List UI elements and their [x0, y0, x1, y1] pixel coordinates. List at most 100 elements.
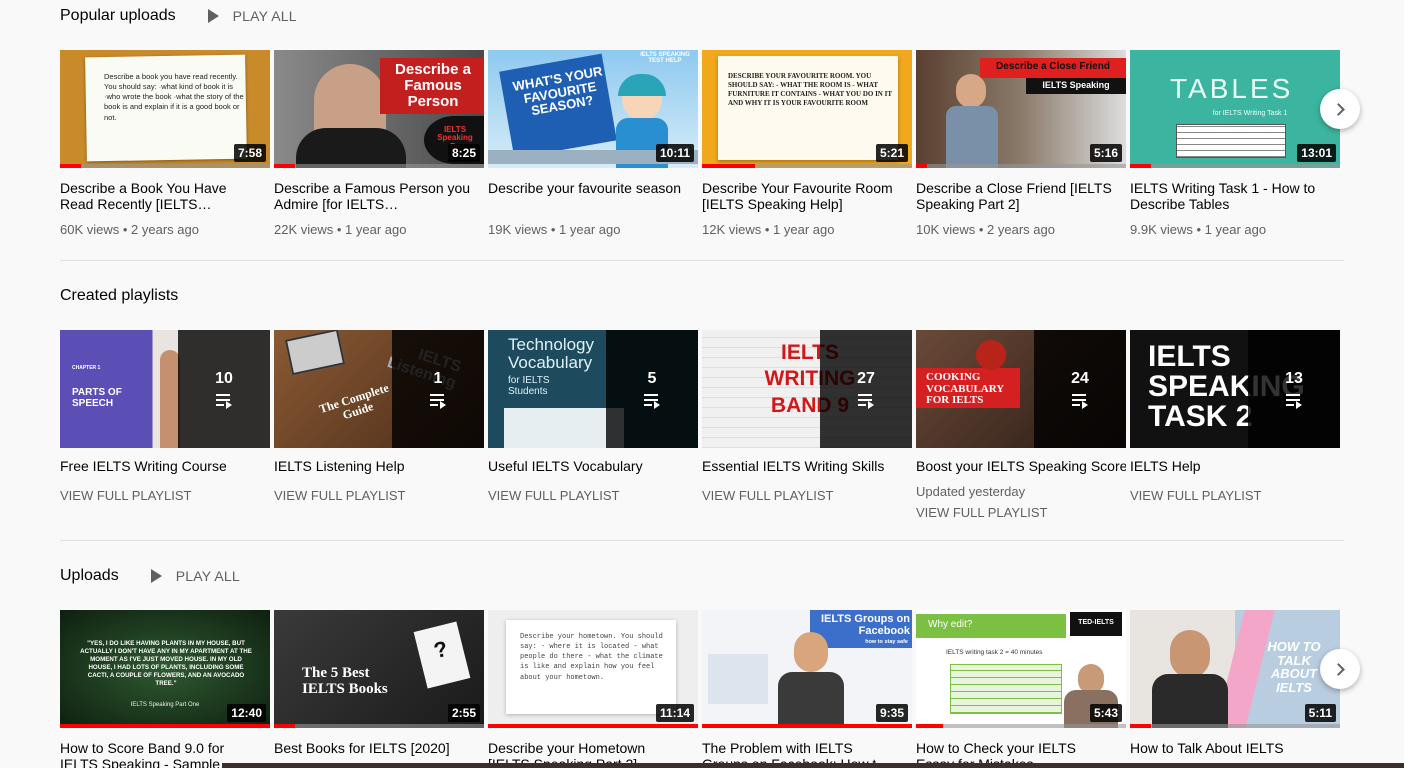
playlist-thumbnail[interactable]: Technology Vocabulary for IELTS Students…: [488, 330, 698, 448]
playlist-title[interactable]: Free IELTS Writing Course: [60, 458, 270, 476]
video-card[interactable]: Why edit? TED-IELTS IELTS writing task 2…: [916, 610, 1126, 768]
progress-track: [1130, 724, 1340, 728]
video-card[interactable]: Describe a Famous Person IELTS Speaking …: [274, 50, 484, 237]
video-duration: 5:21: [875, 144, 908, 162]
playlist-overlay: 13: [1248, 330, 1340, 448]
playlist-card[interactable]: IELTS WRITING BAND 9 27 Essential IELTS …: [702, 330, 912, 520]
view-full-playlist-link[interactable]: VIEW FULL PLAYLIST: [274, 488, 484, 503]
popular-next-button[interactable]: [1320, 89, 1360, 129]
watch-progress: [1130, 724, 1151, 728]
created-playlists-title[interactable]: Created playlists: [60, 287, 178, 305]
video-title[interactable]: Describe a Close Friend [IELTS Speaking …: [916, 180, 1126, 212]
popular-uploads-title[interactable]: Popular uploads: [60, 7, 176, 25]
watch-progress: [916, 164, 927, 168]
popular-uploads-section: Popular uploads PLAY ALL Describe a book…: [60, 0, 1344, 237]
video-title[interactable]: Describe Your Favourite Room [IELTS Spea…: [702, 180, 912, 212]
thumbnail-subtext: IELTS writing task 2 = 40 minutes: [946, 649, 1043, 656]
video-title[interactable]: Describe a Famous Person you Admire [for…: [274, 180, 484, 212]
video-duration: 13:01: [1297, 144, 1336, 162]
playlist-thumbnail[interactable]: COOKING VOCABULARY FOR IELTS 24: [916, 330, 1126, 448]
horizontal-scrollbar[interactable]: [222, 763, 1404, 768]
playlist-thumbnail[interactable]: IELTS WRITING BAND 9 27: [702, 330, 912, 448]
watch-progress: [916, 724, 944, 728]
popular-uploads-shelf: Describe a book you have read recently. …: [60, 50, 1340, 237]
playlist-icon: [1286, 394, 1302, 409]
video-duration: 5:43: [1089, 704, 1122, 722]
video-thumbnail[interactable]: Why edit? TED-IELTS IELTS writing task 2…: [916, 610, 1126, 728]
video-title[interactable]: Describe a Book You Have Read Recently […: [60, 180, 270, 212]
video-thumbnail[interactable]: DESCRIBE YOUR FAVOURITE ROOM. YOU SHOULD…: [702, 50, 912, 168]
video-card[interactable]: Describe your hometown. You should say: …: [488, 610, 698, 768]
playlist-icon: [216, 394, 232, 409]
video-duration: 8:25: [447, 144, 480, 162]
video-duration: 9:35: [875, 704, 908, 722]
playlist-overlay: 27: [820, 330, 912, 448]
video-thumbnail[interactable]: IELTS Groups on Facebook how to stay saf…: [702, 610, 912, 728]
video-thumbnail[interactable]: Describe your hometown. You should say: …: [488, 610, 698, 728]
thumbnail-subtext: for IELTS Students: [508, 375, 550, 397]
thumbnail-text: "YES, I DO LIKE HAVING PLANTS IN MY HOUS…: [80, 640, 252, 688]
video-card[interactable]: DESCRIBE YOUR FAVOURITE ROOM. YOU SHOULD…: [702, 50, 912, 237]
playlist-title[interactable]: Boost your IELTS Speaking Score: [916, 458, 1126, 476]
playlist-thumbnail[interactable]: The Complete Guide IELTS Listening 1: [274, 330, 484, 448]
view-full-playlist-link[interactable]: VIEW FULL PLAYLIST: [702, 488, 912, 503]
video-card[interactable]: WHAT'S YOUR FAVOURITE SEASON? IELTS SPEA…: [488, 50, 698, 237]
video-thumbnail[interactable]: Describe a book you have read recently. …: [60, 50, 270, 168]
playlist-title[interactable]: IELTS Help: [1130, 458, 1340, 476]
uploads-title[interactable]: Uploads: [60, 567, 119, 585]
thumbnail-text: The 5 Best IELTS Books: [302, 665, 388, 697]
video-duration: 10:11: [655, 144, 694, 162]
playlist-card[interactable]: COOKING VOCABULARY FOR IELTS 24 Boost yo…: [916, 330, 1126, 520]
video-card[interactable]: "YES, I DO LIKE HAVING PLANTS IN MY HOUS…: [60, 610, 270, 768]
playlist-overlay: 24: [1034, 330, 1126, 448]
video-thumbnail[interactable]: "YES, I DO LIKE HAVING PLANTS IN MY HOUS…: [60, 610, 270, 728]
video-card[interactable]: ? The 5 Best IELTS Books 2:55 Best Books…: [274, 610, 484, 768]
video-duration: 7:58: [233, 144, 266, 162]
playlist-title[interactable]: Essential IELTS Writing Skills: [702, 458, 912, 476]
video-thumbnail[interactable]: Describe a Close Friend IELTS Speaking 5…: [916, 50, 1126, 168]
video-meta: 9.9K views • 1 year ago: [1130, 222, 1267, 237]
thumbnail-text: Why edit?: [928, 619, 973, 630]
playlist-card[interactable]: IELTS SPEAKING TASK 2 13 IELTS Help VIEW…: [1130, 330, 1340, 520]
video-card[interactable]: TABLES for IELTS Writing Task 1 13:01 IE…: [1130, 50, 1340, 237]
watch-progress: [274, 164, 295, 168]
playlist-icon: [430, 394, 446, 409]
view-full-playlist-link[interactable]: VIEW FULL PLAYLIST: [1130, 488, 1340, 503]
video-thumbnail[interactable]: HOW TO TALK ABOUT IELTS 5:11: [1130, 610, 1340, 728]
video-duration: 2:55: [447, 704, 480, 722]
video-meta: 19K views • 1 year ago: [488, 222, 621, 237]
view-full-playlist-link[interactable]: VIEW FULL PLAYLIST: [488, 488, 698, 503]
uploads-play-all-button[interactable]: PLAY ALL: [150, 568, 240, 584]
video-thumbnail[interactable]: Describe a Famous Person IELTS Speaking …: [274, 50, 484, 168]
thumbnail-text: Describe a book you have read recently. …: [104, 72, 244, 122]
playlist-card[interactable]: The Complete Guide IELTS Listening 1 IEL…: [274, 330, 484, 520]
video-card[interactable]: HOW TO TALK ABOUT IELTS 5:11 How to Talk…: [1130, 610, 1340, 768]
created-playlists-header: Created playlists: [60, 280, 1344, 312]
view-full-playlist-link[interactable]: VIEW FULL PLAYLIST: [916, 505, 1126, 520]
playlist-overlay: 10: [178, 330, 270, 448]
video-thumbnail[interactable]: WHAT'S YOUR FAVOURITE SEASON? IELTS SPEA…: [488, 50, 698, 168]
playlist-title[interactable]: IELTS Listening Help: [274, 458, 484, 476]
video-title[interactable]: Describe your favourite season: [488, 180, 698, 212]
playlist-thumbnail[interactable]: CHAPTER 1 PARTS OF SPEECH 10: [60, 330, 270, 448]
video-card[interactable]: IELTS Groups on Facebook how to stay saf…: [702, 610, 912, 768]
video-duration: 5:16: [1089, 144, 1122, 162]
popular-play-all-button[interactable]: PLAY ALL: [207, 8, 297, 24]
watch-progress: [60, 164, 81, 168]
video-card[interactable]: Describe a book you have read recently. …: [60, 50, 270, 237]
view-full-playlist-link[interactable]: VIEW FULL PLAYLIST: [60, 488, 270, 503]
thumbnail-text: PARTS OF SPEECH: [72, 387, 122, 409]
uploads-next-button[interactable]: [1320, 649, 1360, 689]
video-duration: 11:14: [655, 704, 694, 722]
playlist-card[interactable]: Technology Vocabulary for IELTS Students…: [488, 330, 698, 520]
thumbnail-text: IELTS Groups on Facebook: [820, 613, 910, 637]
playlist-icon: [1072, 394, 1088, 409]
video-thumbnail[interactable]: ? The 5 Best IELTS Books 2:55: [274, 610, 484, 728]
video-card[interactable]: Describe a Close Friend IELTS Speaking 5…: [916, 50, 1126, 237]
progress-track: [274, 724, 484, 728]
video-thumbnail[interactable]: TABLES for IELTS Writing Task 1 13:01: [1130, 50, 1340, 168]
playlist-thumbnail[interactable]: IELTS SPEAKING TASK 2 13: [1130, 330, 1340, 448]
playlist-title[interactable]: Useful IELTS Vocabulary: [488, 458, 698, 476]
video-title[interactable]: IELTS Writing Task 1 - How to Describe T…: [1130, 180, 1340, 212]
playlist-card[interactable]: CHAPTER 1 PARTS OF SPEECH 10 Free IELTS …: [60, 330, 270, 520]
